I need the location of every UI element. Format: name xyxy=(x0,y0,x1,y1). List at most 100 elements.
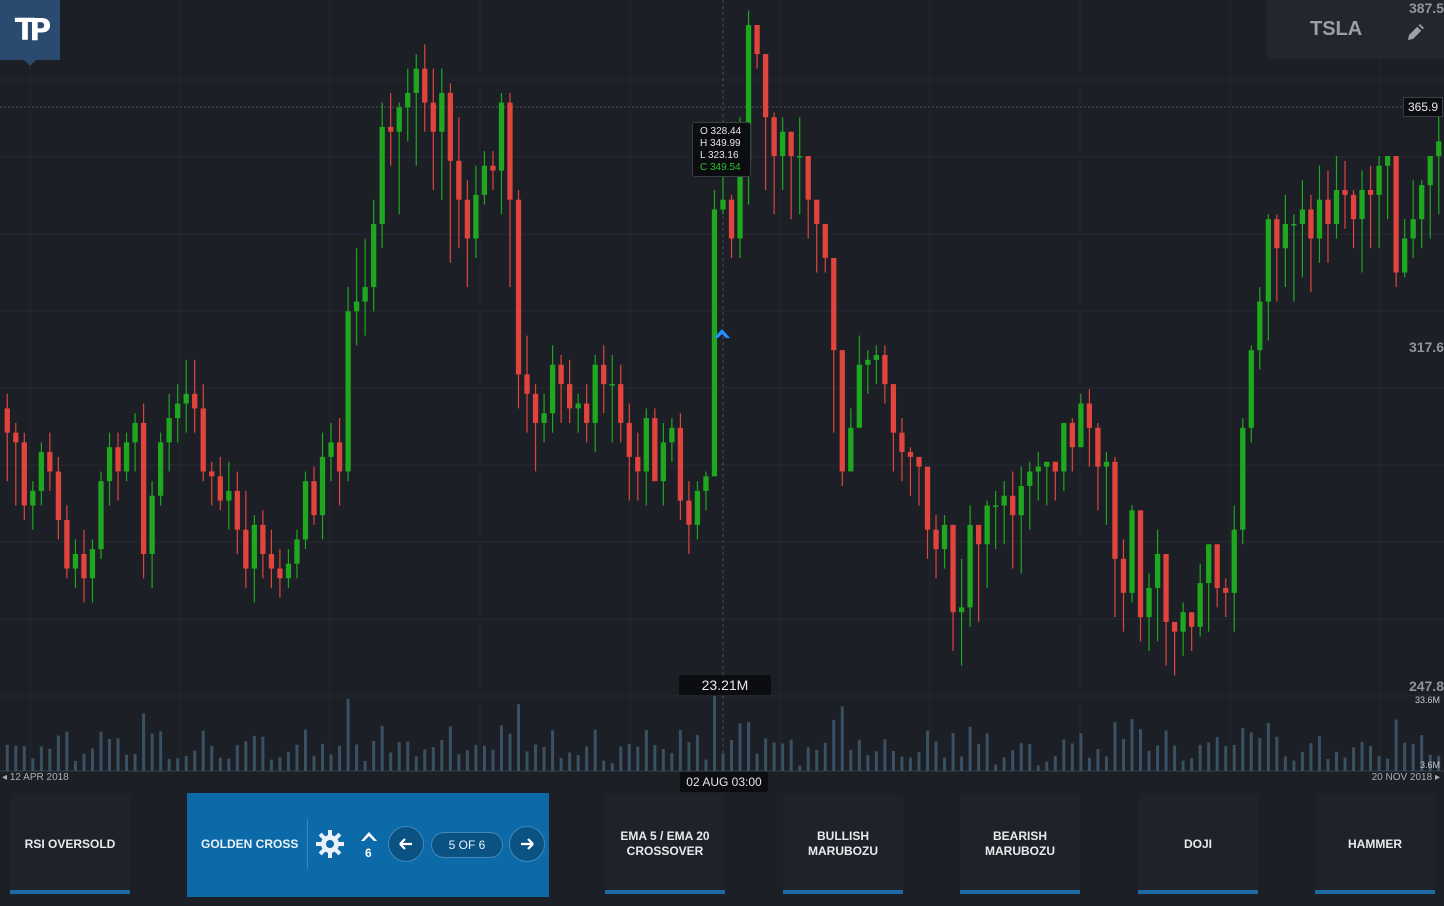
volume-bar xyxy=(1011,750,1015,771)
candle-body xyxy=(89,549,96,579)
candle-body xyxy=(1137,510,1144,618)
candle-body xyxy=(1146,587,1152,618)
volume-bar xyxy=(321,743,325,771)
candle-body xyxy=(515,199,522,375)
volume-bar xyxy=(551,730,555,771)
candle-body xyxy=(1282,223,1289,249)
candle-body xyxy=(345,311,351,472)
volume-bar xyxy=(193,750,197,771)
candle-body xyxy=(788,131,794,157)
pattern-hammer[interactable]: HAMMER xyxy=(1315,794,1435,894)
gear-icon[interactable] xyxy=(315,829,345,859)
candle-body xyxy=(200,408,206,472)
price-axis-label-top: 387.5 xyxy=(1408,0,1444,16)
volume-bar xyxy=(815,749,819,771)
pattern-bullish-marubozu[interactable]: BULLISH MARUBOZU xyxy=(783,794,903,894)
candle-body xyxy=(490,165,496,171)
candle-body xyxy=(132,422,138,443)
candle-body xyxy=(47,452,53,472)
pattern-underline xyxy=(1138,890,1258,894)
volume-bar xyxy=(704,759,708,771)
volume-bar xyxy=(1241,728,1245,771)
volume-bar xyxy=(73,760,77,771)
chevron-up-icon xyxy=(361,832,377,841)
candle-body xyxy=(209,471,215,477)
pencil-icon[interactable] xyxy=(1404,20,1428,44)
candle-body xyxy=(524,374,530,394)
candle-body xyxy=(473,194,479,239)
candle-body xyxy=(677,427,684,501)
volume-bar xyxy=(977,743,981,771)
volume-bar xyxy=(210,745,214,771)
volume-bar xyxy=(951,733,955,771)
volume-bar xyxy=(1028,744,1032,771)
candle-body xyxy=(1410,219,1416,239)
candle-body xyxy=(260,524,266,554)
volume-bar xyxy=(1156,745,1160,771)
volume-bar xyxy=(295,744,299,771)
date-end-text: 20 NOV 2018 xyxy=(1371,772,1433,783)
pattern-bearish-marubozu[interactable]: BEARISH MARUBOZU xyxy=(960,794,1080,894)
volume-bar xyxy=(1258,738,1262,771)
candle-body xyxy=(481,165,488,195)
volume-bar xyxy=(82,753,86,771)
volume-bar xyxy=(712,696,716,771)
pattern-doji[interactable]: DOJI xyxy=(1138,794,1258,894)
app-logo[interactable]: TP xyxy=(0,0,60,60)
volume-bar xyxy=(1121,738,1125,771)
pattern-ema-crossover[interactable]: EMA 5 / EMA 20 CROSSOVER xyxy=(605,794,725,894)
volume-bar xyxy=(1147,750,1151,771)
next-button[interactable] xyxy=(509,826,545,862)
candle-body xyxy=(924,466,931,530)
volume-bar xyxy=(874,751,878,771)
volume-bar xyxy=(142,713,146,771)
volume-bar xyxy=(670,753,674,771)
volume-bar xyxy=(917,752,921,771)
candle-body xyxy=(626,422,632,457)
candle-body xyxy=(1095,427,1101,467)
candle-body xyxy=(975,524,982,545)
candle-body xyxy=(890,384,897,433)
candle-body xyxy=(1419,185,1425,220)
candle-body xyxy=(703,476,709,491)
candle-body xyxy=(1308,209,1314,239)
candle-body xyxy=(4,408,10,433)
volume-bar xyxy=(857,739,861,771)
candle-body xyxy=(439,92,445,132)
candle-body xyxy=(1265,219,1271,302)
candle-body xyxy=(541,413,547,423)
candle-body xyxy=(149,495,155,554)
pattern-golden-cross-active[interactable]: GOLDEN CROSS 6 5 OF 6 xyxy=(187,793,549,897)
candle-body xyxy=(430,102,436,132)
chart-area[interactable]: TP TSLA 387.5 317.6 247.8 365.9 33.6M 3.… xyxy=(0,0,1444,792)
volume-bar xyxy=(465,750,469,771)
pattern-rsi-oversold[interactable]: RSI OVERSOLD xyxy=(10,794,130,894)
volume-bar xyxy=(789,739,793,771)
volume-bar xyxy=(278,757,282,771)
active-pattern-label: GOLDEN CROSS xyxy=(201,837,299,851)
candle-body xyxy=(728,199,735,239)
ticker-symbol: TSLA xyxy=(1310,18,1363,40)
candle-body xyxy=(251,524,258,569)
candle-body xyxy=(532,393,539,423)
volume-bar xyxy=(661,749,665,771)
volume-bar xyxy=(525,751,529,771)
candle-body xyxy=(464,199,471,239)
prev-button[interactable] xyxy=(388,826,424,862)
volume-bar xyxy=(1403,742,1407,771)
volume-bar xyxy=(781,743,785,771)
volume-bar xyxy=(1386,758,1390,771)
candle-body xyxy=(1129,510,1135,593)
volume-bar xyxy=(150,733,154,771)
price-axis-label-bottom: 247.8 xyxy=(1408,678,1444,694)
volume-bar xyxy=(1317,736,1321,771)
candle-body xyxy=(711,209,718,477)
volume-bar xyxy=(1190,758,1194,771)
candle-body xyxy=(38,452,44,491)
candlestick-chart[interactable] xyxy=(0,0,1444,790)
volume-bar xyxy=(934,741,938,771)
volume-bar xyxy=(312,755,316,771)
volume-bar xyxy=(1266,722,1270,771)
candle-body xyxy=(814,199,820,224)
date-start-text: 12 APR 2018 xyxy=(9,772,69,783)
